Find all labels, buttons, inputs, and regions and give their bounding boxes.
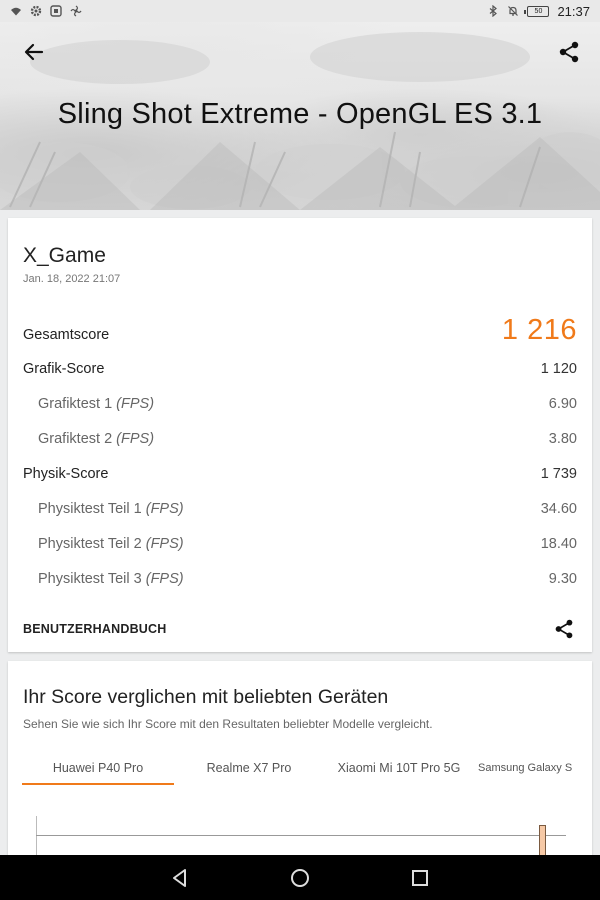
physics-test-1-label: Physiktest Teil 1 (FPS) — [38, 501, 184, 517]
graphics-test-1-row: Grafiktest 1 (FPS) 6.90 — [38, 396, 577, 412]
app-icon — [50, 5, 62, 17]
physics-test-3-value: 9.30 — [548, 571, 577, 587]
gear-icon — [30, 5, 42, 17]
chart-baseline — [36, 835, 566, 836]
status-bar: 50 21:37 — [0, 0, 600, 22]
share-icon[interactable] — [558, 40, 580, 64]
physics-test-2-row: Physiktest Teil 2 (FPS) 18.40 — [38, 536, 577, 552]
tab-realme-x7-pro[interactable]: Realme X7 Pro — [174, 756, 324, 786]
graphics-test-2-row: Grafiktest 2 (FPS) 3.80 — [38, 431, 577, 447]
physics-score-row: Physik-Score 1 739 — [23, 466, 577, 482]
back-arrow-icon[interactable] — [22, 40, 46, 64]
result-card: X_Game Jan. 18, 2022 21:07 Gesamtscore 1… — [8, 218, 592, 652]
status-icons-left — [10, 5, 82, 17]
physics-test-2-label: Physiktest Teil 2 (FPS) — [38, 536, 184, 552]
tab-huawei-p40-pro[interactable]: Huawei P40 Pro — [22, 756, 174, 786]
device-name: X_Game — [23, 244, 106, 267]
user-manual-link[interactable]: BENUTZERHANDBUCH — [23, 622, 166, 636]
physics-score-value: 1 739 — [540, 466, 577, 482]
graphics-score-value: 1 120 — [540, 361, 577, 377]
fan-icon — [70, 5, 82, 17]
total-score-label: Gesamtscore — [23, 327, 110, 343]
clock: 21:37 — [557, 3, 590, 19]
nav-home-icon[interactable] — [288, 866, 312, 890]
total-score-value: 1 216 — [501, 314, 577, 346]
hero-header: Sling Shot Extreme - OpenGL ES 3.1 — [0, 22, 600, 210]
nav-back-icon[interactable] — [168, 866, 192, 890]
total-score-row: Gesamtscore 1 216 — [23, 314, 577, 347]
physics-test-2-value: 18.40 — [540, 536, 577, 552]
mute-bell-icon — [508, 6, 519, 16]
graphics-test-2-label: Grafiktest 2 (FPS) — [38, 431, 155, 447]
active-tab-indicator — [22, 783, 174, 785]
share-icon[interactable] — [554, 618, 574, 640]
page-title: Sling Shot Extreme - OpenGL ES 3.1 — [57, 98, 543, 130]
physics-test-3-row: Physiktest Teil 3 (FPS) 9.30 — [38, 571, 577, 587]
physics-test-1-value: 34.60 — [540, 501, 577, 517]
graphics-test-2-value: 3.80 — [548, 431, 577, 447]
physics-test-1-row: Physiktest Teil 1 (FPS) 34.60 — [38, 501, 577, 517]
graphics-score-row: Grafik-Score 1 120 — [23, 361, 577, 377]
device-tabs: Huawei P40 Pro Realme X7 Pro Xiaomi Mi 1… — [8, 756, 592, 786]
tab-samsung-galaxy-s[interactable]: Samsung Galaxy S — [478, 756, 592, 786]
bluetooth-icon — [490, 5, 498, 17]
status-icons-right: 50 21:37 — [487, 4, 590, 19]
comparison-subtitle: Sehen Sie wie sich Ihr Score mit den Res… — [23, 717, 433, 731]
tab-xiaomi-mi-10t-pro-5g[interactable]: Xiaomi Mi 10T Pro 5G — [324, 756, 474, 786]
navigation-bar — [0, 855, 600, 900]
graphics-score-label: Grafik-Score — [23, 361, 105, 377]
physics-score-label: Physik-Score — [23, 466, 109, 482]
graphics-test-1-value: 6.90 — [548, 396, 577, 412]
nav-recents-icon[interactable] — [408, 866, 432, 890]
graphics-test-1-label: Grafiktest 1 (FPS) — [38, 396, 155, 412]
run-date: Jan. 18, 2022 21:07 — [23, 273, 121, 285]
comparison-card: Ihr Score verglichen mit beliebten Gerät… — [8, 661, 592, 861]
wifi-icon — [11, 7, 21, 16]
physics-test-3-label: Physiktest Teil 3 (FPS) — [38, 571, 184, 587]
battery-icon: 50 — [524, 5, 550, 17]
comparison-title: Ihr Score verglichen mit beliebten Gerät… — [23, 686, 389, 708]
